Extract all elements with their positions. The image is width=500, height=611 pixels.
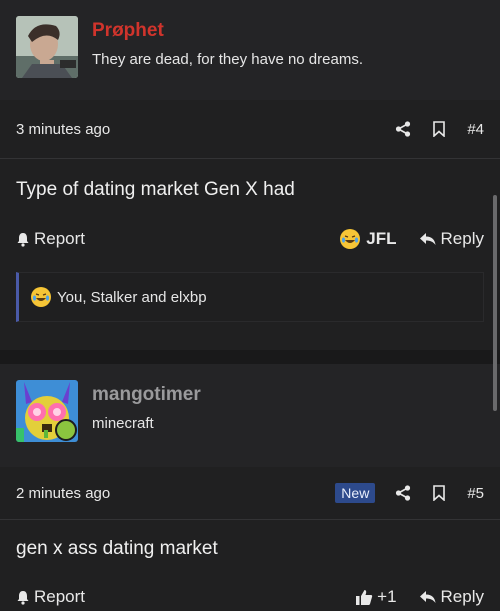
bell-icon [17, 232, 29, 247]
reply-button[interactable]: Reply [419, 587, 484, 607]
report-label: Report [34, 229, 86, 248]
reaction-button[interactable]: JFL [340, 229, 397, 249]
user-title: minecraft [92, 415, 154, 432]
reply-arrow-icon [419, 233, 436, 245]
like-button[interactable]: +1 [355, 587, 397, 607]
reactions-summary[interactable]: You, Stalker and elxbp [16, 272, 484, 322]
reactions-summary-text: You, Stalker and elxbp [57, 288, 207, 306]
bookmark-icon[interactable] [429, 483, 449, 503]
post-number[interactable]: #4 [467, 121, 484, 138]
post-message: Type of dating market Gen X had [16, 179, 295, 200]
share-icon[interactable] [393, 119, 413, 139]
post-meta-row: 3 minutes ago #4 [0, 100, 500, 159]
post-actions: Report +1 Reply [0, 578, 500, 611]
post-number[interactable]: #5 [467, 485, 484, 502]
reply-arrow-icon [419, 591, 436, 603]
post-time[interactable]: 2 minutes ago [16, 485, 110, 502]
user-title: They are dead, for they have no dreams. [92, 51, 363, 68]
scrollbar[interactable] [493, 195, 497, 411]
post-4: Prøphet They are dead, for they have no … [0, 0, 500, 350]
username[interactable]: Prøphet [92, 20, 363, 42]
new-badge: New [335, 483, 376, 503]
post-time[interactable]: 3 minutes ago [16, 121, 110, 138]
post-5: mangotimer minecraft 2 minutes ago New #… [0, 364, 500, 611]
username[interactable]: mangotimer [92, 384, 201, 406]
report-button[interactable]: Report [16, 587, 85, 607]
post-message: gen x ass dating market [16, 538, 218, 559]
avatar[interactable] [16, 16, 78, 78]
laughing-emoji-icon [31, 287, 51, 307]
report-button[interactable]: Report [16, 229, 85, 249]
share-icon[interactable] [393, 483, 413, 503]
thread-page: Prøphet They are dead, for they have no … [0, 0, 500, 611]
avatar[interactable] [16, 380, 78, 442]
reaction-label: JFL [366, 229, 397, 248]
thumbs-up-icon [356, 589, 373, 605]
post-user-header: mangotimer minecraft [0, 364, 500, 467]
reply-label: Reply [440, 229, 484, 248]
report-label: Report [34, 587, 86, 606]
laughing-emoji-icon [340, 229, 361, 249]
like-count: +1 [377, 587, 397, 606]
post-divider [0, 350, 500, 364]
post-actions: Report JFL Reply [0, 219, 500, 259]
post-user-header: Prøphet They are dead, for they have no … [0, 0, 500, 100]
post-meta-row: 2 minutes ago New #5 [0, 467, 500, 520]
bell-icon [17, 590, 29, 605]
reply-label: Reply [440, 587, 484, 606]
reply-button[interactable]: Reply [419, 229, 484, 249]
bookmark-icon[interactable] [429, 119, 449, 139]
